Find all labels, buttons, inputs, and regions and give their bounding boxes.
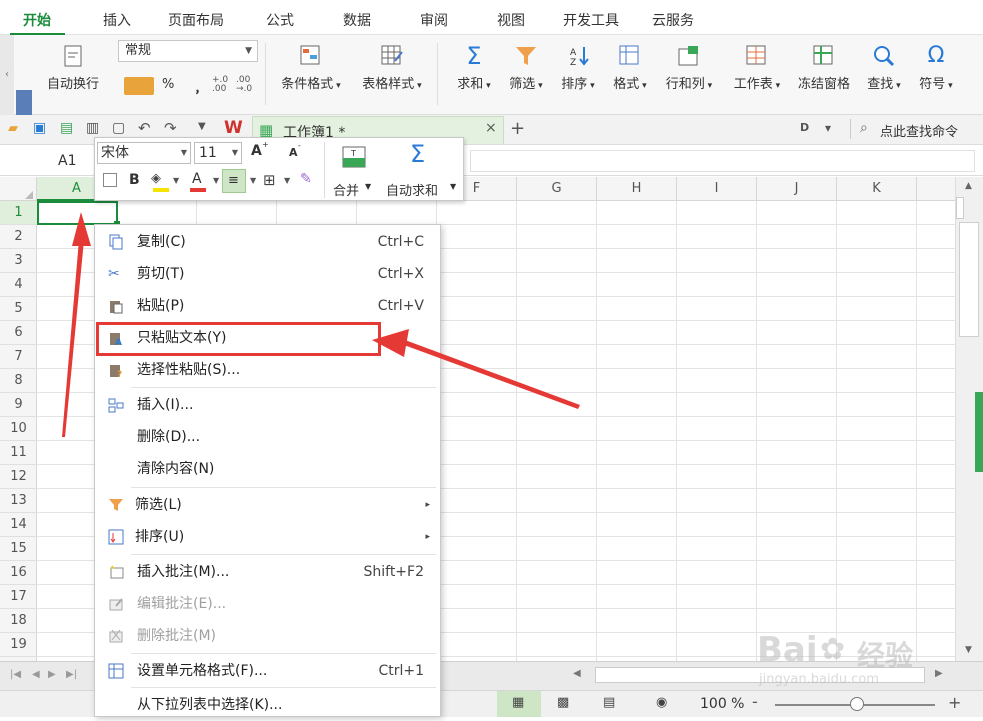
arrow-head-up <box>72 212 91 246</box>
annotation-arrows <box>62 212 580 437</box>
arrow-shaft-up <box>62 240 84 437</box>
baidu-jingyan-watermark: Bai ✿ 经验 jingyan.baidu.com <box>757 630 957 692</box>
arrow-head-left <box>372 329 409 357</box>
watermark-brand-2: 经验 <box>857 639 914 672</box>
watermark-brand: Bai <box>757 630 818 670</box>
watermark-url: jingyan.baidu.com <box>759 672 879 687</box>
paw-icon: ✿ <box>820 632 846 667</box>
arrow-shaft-left <box>404 340 580 409</box>
